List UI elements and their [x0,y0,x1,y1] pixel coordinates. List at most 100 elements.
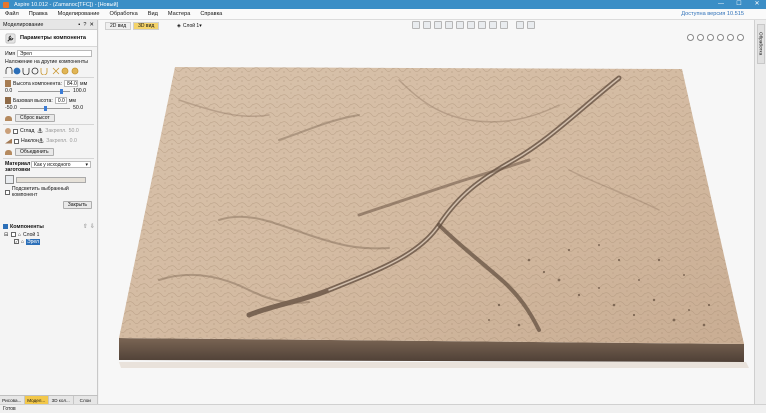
components-icon [3,224,8,229]
terrain-model[interactable] [99,20,754,404]
arrow-down-icon[interactable]: ⇩ [90,223,95,230]
highlight-label: Подсветить выбранный компонент [11,186,69,198]
material-row: Материал заготовки Как у исходного ▾ [0,161,97,173]
menu-modeling[interactable]: Моделирование [53,11,105,17]
tilt-value[interactable]: 0.0 [70,138,77,144]
menu-help[interactable]: Справка [195,11,227,17]
collapse-icon[interactable]: ⊟ [4,232,9,238]
anchor-icon: ⚓ [37,128,44,135]
arrow-up-icon[interactable]: ⇧ [83,223,88,230]
component-params-header: Параметры компонента [0,30,97,47]
base-max: 50.0 [73,105,84,111]
shape-icon [5,115,12,121]
update-available-link[interactable]: Доступна версия 10.515 [681,11,744,17]
material-icon [5,175,14,184]
smooth-row: Сглад ⚓ Закрепл. 50.0 [0,127,97,135]
modeling-panel: Моделирование ▪ ? ✕ Параметры компонента… [0,20,98,404]
close-panel-icon[interactable]: ✕ [89,22,94,28]
height-input[interactable]: 84.0 [64,80,78,87]
tab-toolpaths[interactable]: Обработка [757,24,765,64]
fix-label: Закрепл. [46,138,68,144]
tab-layers[interactable]: Слои [73,396,98,404]
components-header: Компоненты ⇧ ⇩ [0,222,98,231]
close-button[interactable]: Закрыть [62,201,92,209]
height-slider[interactable] [18,88,70,94]
app-logo-icon [3,1,9,8]
material-select[interactable]: Как у исходного ▾ [31,161,91,168]
combine-row: Объединить [0,148,97,156]
menu-bar: Файл Правка Моделирование Обработка Вид … [0,9,766,20]
smooth-label: Сглад [20,128,35,134]
minimize-button[interactable]: — [712,0,730,9]
tree-layer[interactable]: ⊟ ⌂ Слой 1 [0,231,98,238]
height-row: Высота компонента: 84.0 мм [0,80,97,87]
height-slider-thumb[interactable] [60,88,64,94]
height-unit: мм [80,80,88,87]
menu-wizards[interactable]: Мастера [163,11,195,17]
menu-toolpaths[interactable]: Обработка [105,11,143,17]
tab-drawing[interactable]: Рисова... [0,396,25,404]
height-min: 0.0 [5,88,13,94]
name-input[interactable]: Эрел [16,50,92,57]
help-icon[interactable]: ? [83,22,86,28]
component-visibility-checkbox[interactable]: ✓ [14,239,19,244]
reset-height-button[interactable]: Сброс высот [15,114,55,122]
base-row: Базовая высота: 0.0 мм [0,97,97,104]
name-label: Имя [5,50,16,57]
material-preview-row [0,175,97,184]
anchor-icon: ⚓ [38,138,45,145]
chevron-down-icon: ▾ [85,161,88,168]
tab-modeling[interactable]: Модел... [24,396,49,404]
pin-icon[interactable]: ▪ [78,22,80,28]
base-unit: мм [68,97,76,104]
base-height-icon [5,97,11,104]
tilt-row: Наклон ⚓ Закрепл. 0.0 [0,137,97,145]
menu-file[interactable]: Файл [0,11,24,17]
status-bar: Готов [0,404,766,413]
fix-label: Закрепл. [45,128,67,134]
combine-icon [5,149,12,155]
divider [3,124,94,125]
panel-header: Моделирование ▪ ? ✕ [0,20,97,30]
tilt-label: Наклон [21,138,39,144]
tilt-icon [5,138,12,144]
height-max: 100.0 [73,88,86,94]
overlay-label: Наложение на другие компоненты [5,59,88,65]
smooth-checkbox[interactable] [13,128,18,134]
height-icon [5,80,11,87]
menu-edit[interactable]: Правка [24,11,53,17]
base-label: Базовая высота: [13,97,53,104]
base-slider[interactable] [20,105,70,111]
overlay-label-row: Наложение на другие компоненты [0,59,97,65]
menu-view[interactable]: Вид [143,11,163,17]
material-swatch[interactable] [16,176,86,183]
smooth-icon [5,128,11,134]
divider [3,77,94,78]
tilt-checkbox[interactable] [14,138,19,144]
components-panel: Компоненты ⇧ ⇩ ⊟ ⌂ Слой 1 ✓ ⌂ Эрел [0,222,98,245]
overlay-mode-icons[interactable] [5,67,85,75]
tree-layer-label: Слой 1 [23,231,40,238]
model-shadow [119,362,749,368]
bottom-tabs: Рисова... Модел... 3D кол... Слои [0,395,98,404]
tab-3d-clipart[interactable]: 3D кол... [49,396,74,404]
close-window-button[interactable]: ✕ [748,0,766,9]
base-input[interactable]: 0.0 [54,97,67,104]
base-slider-thumb[interactable] [43,105,47,111]
combine-button[interactable]: Объединить [15,148,54,156]
title-bar: Aspire 10.012 - (Zamanoc[TFC]) - [Новый]… [0,0,766,9]
maximize-button[interactable]: ☐ [730,0,748,9]
components-title: Компоненты [10,223,44,230]
base-slider-row: -50.0 50.0 [0,105,97,111]
smooth-value[interactable]: 50.0 [69,128,79,134]
component-icon: ⌂ [21,238,25,245]
highlight-checkbox[interactable] [5,189,10,195]
3d-view[interactable]: 2D вид 3D вид ◈ Слой 1 ▾ [99,20,754,404]
material-select-value: Как у исходного [34,161,71,168]
wrench-icon [5,33,16,43]
layer-visibility-checkbox[interactable] [11,232,16,237]
tree-component-label: Эрел [26,238,40,245]
close-row: Закрыть [0,201,97,209]
panel-title: Моделирование [3,21,44,28]
tree-component[interactable]: ✓ ⌂ Эрел [0,238,98,245]
